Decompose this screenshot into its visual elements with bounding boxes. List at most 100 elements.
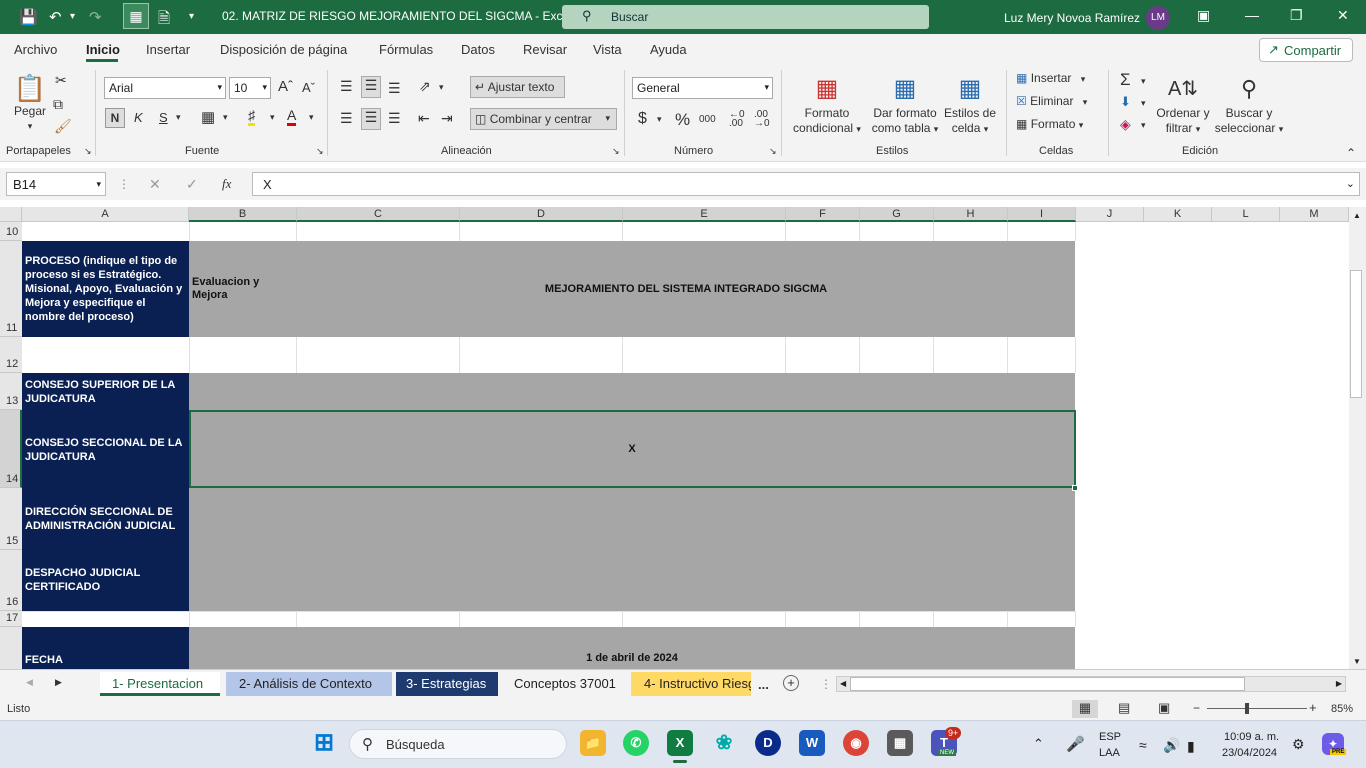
document-icon[interactable]: 🗎 <box>158 8 170 33</box>
calculator-icon[interactable]: ▦ <box>887 730 913 756</box>
excel-icon[interactable]: X <box>667 730 693 756</box>
disney-icon[interactable]: D <box>755 730 781 756</box>
customize-toolbar-icon[interactable]: ▾ <box>189 11 194 22</box>
chevron-up-icon[interactable]: ⌃ <box>1033 736 1044 752</box>
user-name[interactable]: Luz Mery Novoa Ramírez <box>1004 11 1140 25</box>
sheet-tab-instructivo[interactable]: 4- Instructivo Riesg <box>631 672 751 696</box>
cell-a13[interactable]: CONSEJO SUPERIOR DE LA JUDICATURA <box>22 373 189 410</box>
cell-a15[interactable]: DIRECCIÓN SECCIONAL DE ADMINISTRACIÓN JU… <box>22 488 189 550</box>
restore-icon[interactable]: ❐ <box>1290 7 1303 24</box>
chevron-down-icon[interactable]: ▾ <box>439 82 444 93</box>
scroll-up-icon[interactable]: ▲ <box>1353 211 1361 220</box>
horizontal-scroll-thumb[interactable] <box>850 677 1245 691</box>
fill-handle[interactable] <box>1072 485 1078 491</box>
clear-icon[interactable]: ◈ <box>1120 116 1131 133</box>
increase-decimal-icon[interactable]: ←0.00 <box>729 110 745 129</box>
chevron-down-icon[interactable]: ▾ <box>1141 120 1146 131</box>
cell-a11[interactable]: PROCESO (indique el tipo de proceso si e… <box>22 241 189 337</box>
zoom-slider-thumb[interactable] <box>1245 703 1249 714</box>
page-layout-icon[interactable]: ▤ <box>1118 700 1130 716</box>
cell-b15[interactable] <box>189 488 1075 550</box>
row-header-13[interactable]: 13 <box>0 373 22 410</box>
formula-input[interactable]: X ⌄ <box>252 172 1360 196</box>
scroll-right-icon[interactable]: ▶ <box>1336 679 1342 688</box>
form-icon[interactable]: ▦ <box>123 3 149 29</box>
chevron-down-icon[interactable]: ▾ <box>657 114 662 125</box>
align-center-icon[interactable]: ☰ <box>361 108 381 130</box>
tab-formulas[interactable]: Fórmulas <box>379 42 433 57</box>
sort-filter-button[interactable]: A⇅ Ordenar y filtrar ▾ <box>1154 72 1212 137</box>
row-header-10[interactable]: 10 <box>0 222 22 241</box>
fill-color-icon[interactable]: ♯ <box>248 108 255 126</box>
close-icon[interactable]: ✕ <box>1337 7 1349 24</box>
column-header-b[interactable]: B <box>189 207 297 222</box>
photos-icon[interactable]: ❀ <box>711 730 737 756</box>
zoom-level[interactable]: 85% <box>1331 703 1353 715</box>
underline-button[interactable]: S <box>159 110 168 125</box>
cell-b13[interactable] <box>189 373 1075 410</box>
autosum-icon[interactable]: Σ <box>1120 70 1131 90</box>
cancel-icon[interactable]: ✕ <box>149 176 161 193</box>
zoom-in-icon[interactable]: + <box>1309 700 1317 715</box>
windows-start-icon[interactable]: ⊞ <box>311 730 337 756</box>
more-sheets-button[interactable]: ... <box>758 677 769 692</box>
dialog-launcher-icon[interactable]: ↘ <box>316 146 324 157</box>
tab-archivo[interactable]: Archivo <box>14 42 57 57</box>
normal-view-icon[interactable]: ▦ <box>1072 700 1098 718</box>
row-header-14[interactable]: 14 <box>0 410 22 488</box>
add-sheet-icon[interactable]: + <box>783 675 799 691</box>
whatsapp-icon[interactable]: ✆ <box>623 730 649 756</box>
tab-ayuda[interactable]: Ayuda <box>650 42 687 57</box>
wifi-icon[interactable]: ≈ <box>1139 737 1147 753</box>
volume-icon[interactable]: 🔊 <box>1163 737 1180 754</box>
merge-center-button[interactable]: ◫ Combinar y centrar ▾ <box>470 108 617 130</box>
tab-disposicion[interactable]: Disposición de página <box>220 42 347 57</box>
keyboard-layout[interactable]: LAA <box>1099 747 1120 759</box>
chevron-down-icon[interactable]: ▾ <box>1141 98 1146 109</box>
column-header-h[interactable]: H <box>934 207 1008 222</box>
cell-a18[interactable]: FECHA <box>22 627 189 669</box>
number-format-select[interactable]: General ▾ <box>632 77 773 99</box>
column-header-g[interactable]: G <box>860 207 934 222</box>
vertical-scroll-thumb[interactable] <box>1350 270 1362 398</box>
cell-styles-button[interactable]: ▦ Estilos de celda ▾ <box>942 72 998 137</box>
thousands-button[interactable]: 000 <box>699 114 716 125</box>
scroll-down-icon[interactable]: ▼ <box>1353 657 1361 666</box>
tab-vista[interactable]: Vista <box>593 42 622 57</box>
dialog-launcher-icon[interactable]: ↘ <box>84 146 92 157</box>
font-name-select[interactable]: Arial ▾ <box>104 77 226 99</box>
increase-indent-icon[interactable]: ⇥ <box>441 110 453 127</box>
chevron-down-icon[interactable]: ▾ <box>1141 76 1146 87</box>
chevron-down-icon[interactable]: ▾ <box>309 112 314 123</box>
scroll-left-icon[interactable]: ◀ <box>840 679 846 688</box>
notifications-icon[interactable]: ⚙ <box>1292 736 1305 753</box>
row-header-18[interactable] <box>0 627 22 669</box>
currency-button[interactable]: $ <box>638 110 647 128</box>
row-header-12[interactable]: 12 <box>0 337 22 373</box>
sheet-tab-conceptos[interactable]: Conceptos 37001 <box>503 672 627 696</box>
cell-a14[interactable]: CONSEJO SECCIONAL DE LA JUDICATURA <box>22 410 189 488</box>
word-icon[interactable]: W <box>799 730 825 756</box>
format-as-table-button[interactable]: ▦ Dar formato como tabla ▾ <box>866 72 944 137</box>
undo-icon[interactable]: ↶ <box>49 8 62 26</box>
more-options-icon[interactable]: ⋮ <box>820 677 832 691</box>
borders-icon[interactable]: ▦ <box>201 108 215 126</box>
column-header-a[interactable]: A <box>22 207 189 222</box>
chevron-down-icon[interactable]: ▾ <box>176 112 181 123</box>
align-right-icon[interactable]: ☰ <box>388 110 401 127</box>
taskbar-search[interactable]: ⚲ Búsqueda <box>349 729 567 759</box>
chrome-icon[interactable]: ◉ <box>843 730 869 756</box>
grow-font-icon[interactable]: Aˆ <box>278 78 293 95</box>
save-icon[interactable]: 💾 <box>19 8 38 26</box>
undo-dropdown-icon[interactable]: ▾ <box>70 11 75 22</box>
dialog-launcher-icon[interactable]: ↘ <box>769 146 777 157</box>
copy-icon[interactable]: ⧉ <box>53 96 63 113</box>
tab-inicio[interactable]: Inicio <box>86 42 120 57</box>
find-select-button[interactable]: ⚲ Buscar y seleccionar ▾ <box>1213 72 1285 137</box>
column-header-i[interactable]: I <box>1008 207 1076 222</box>
ribbon-display-icon[interactable]: ▣ <box>1197 7 1210 24</box>
row-header-17[interactable]: 17 <box>0 611 22 627</box>
microphone-icon[interactable]: 🎤 <box>1066 735 1085 753</box>
fill-icon[interactable]: ⬇ <box>1120 94 1131 110</box>
clock-time[interactable]: 10:09 a. m. <box>1224 731 1279 743</box>
